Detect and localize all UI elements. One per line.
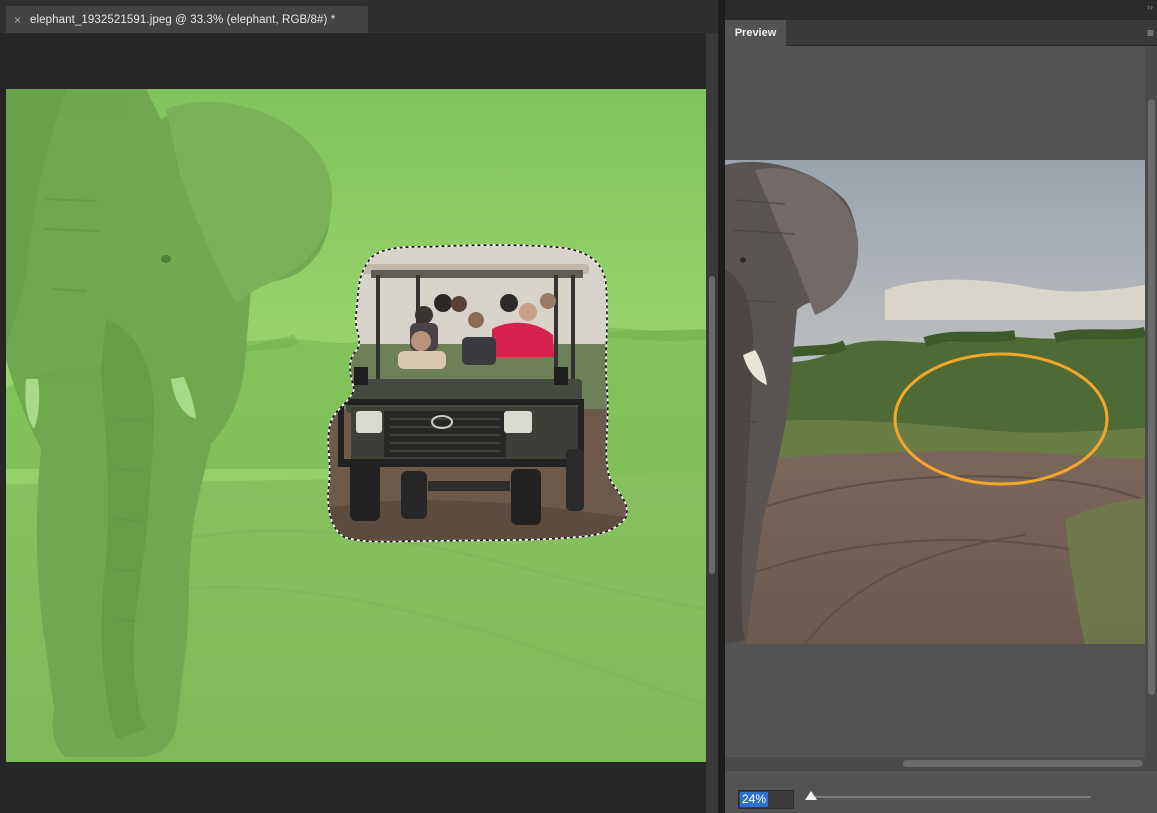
collapse-panels-icon[interactable]: ›› — [1147, 2, 1153, 12]
canvas-artwork — [6, 89, 706, 762]
zoom-value[interactable]: 24% — [740, 792, 769, 807]
zoom-slider-track[interactable] — [811, 796, 1091, 798]
document-vertical-scrollbar[interactable] — [706, 33, 718, 813]
preview-viewport[interactable] — [725, 46, 1145, 757]
masked-elephant-image[interactable] — [6, 89, 706, 762]
document-tab-title: elephant_1932521591.jpeg @ 33.3% (elepha… — [30, 13, 336, 26]
document-scroll-thumb[interactable] — [709, 276, 715, 574]
panel-menu-icon[interactable]: ≡ — [1147, 26, 1154, 40]
preview-artwork — [725, 160, 1145, 644]
preview-horizontal-scrollbar[interactable] — [725, 757, 1145, 770]
scrollbar-corner — [1145, 757, 1157, 770]
document-tab-bar: × elephant_1932521591.jpeg @ 33.3% (elep… — [0, 0, 718, 33]
panel-tab-row: Preview ≡ — [725, 20, 1157, 46]
preview-vertical-scrollbar[interactable] — [1145, 46, 1157, 757]
zoom-input[interactable]: 24% — [738, 790, 794, 809]
preview-vscroll-thumb[interactable] — [1148, 99, 1155, 695]
preview-hscroll-thumb[interactable] — [903, 760, 1143, 767]
preview-panel: ›› Preview ≡ 24% — [724, 0, 1157, 813]
zoom-slider-knob[interactable] — [805, 791, 817, 800]
document-canvas[interactable] — [6, 33, 706, 813]
close-tab-icon[interactable]: × — [14, 14, 21, 26]
document-window: × elephant_1932521591.jpeg @ 33.3% (elep… — [0, 0, 718, 813]
tab-preview[interactable]: Preview — [725, 20, 786, 46]
document-tab[interactable]: × elephant_1932521591.jpeg @ 33.3% (elep… — [6, 6, 368, 33]
preview-image — [725, 160, 1145, 644]
preview-footer: 24% — [725, 770, 1157, 813]
panel-top-strip: ›› — [725, 0, 1157, 20]
